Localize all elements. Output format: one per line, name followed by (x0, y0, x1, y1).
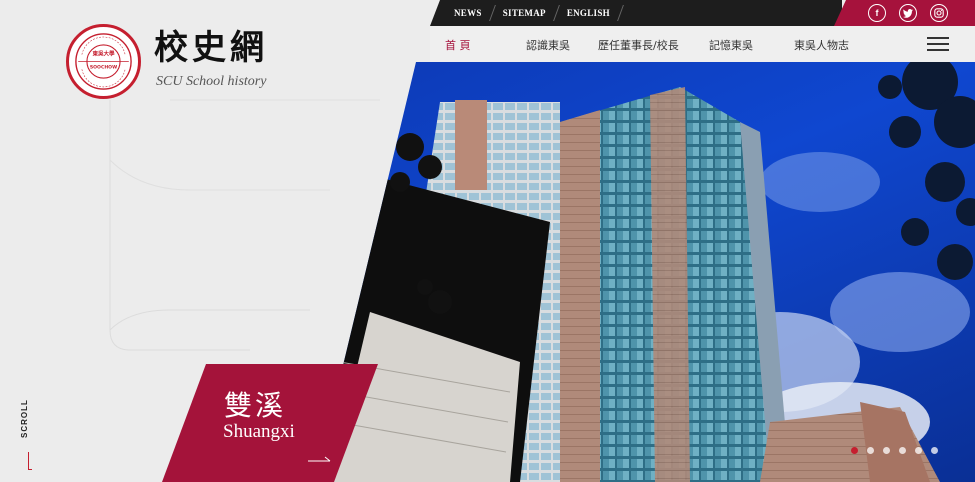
english-link[interactable]: ENGLISH (557, 8, 620, 18)
caption-title-zh: 雙溪 (224, 389, 287, 422)
site-subtitle: SCU School history (156, 74, 267, 89)
social-links: f (868, 4, 948, 22)
campus-building-photo (315, 62, 975, 482)
sitemap-link[interactable]: SITEMAP (493, 8, 556, 18)
site-logo[interactable]: 東吳大學 SOOCHOW 校史網 SCU School history (66, 24, 286, 100)
nav-item-about[interactable]: 認識東吳 (526, 37, 570, 53)
slide-dot[interactable] (851, 447, 858, 454)
hero-image (315, 62, 975, 482)
svg-text:東吳大學: 東吳大學 (92, 50, 115, 58)
slide-dot[interactable] (867, 447, 874, 454)
caption-title-en: Shuangxi (223, 421, 295, 442)
menu-icon[interactable] (927, 37, 949, 51)
utility-links: NEWS SITEMAP ENGLISH (444, 0, 624, 26)
slide-dot[interactable] (883, 447, 890, 454)
nav-item-home[interactable]: 首 頁 (445, 37, 471, 53)
site-title: 校史網 (154, 28, 268, 68)
main-nav: 首 頁 認識東吳 歷任董事長/校長 記憶東吳 東吳人物志 (430, 26, 975, 62)
svg-text:SOOCHOW: SOOCHOW (90, 64, 117, 70)
news-link[interactable]: NEWS (444, 8, 492, 18)
scroll-indicator-line (28, 452, 32, 470)
slide-pagination (851, 447, 938, 454)
nav-item-memories[interactable]: 記憶東吳 (709, 37, 753, 53)
scroll-indicator-label: SCROLL (20, 399, 29, 438)
arrow-right-icon[interactable] (308, 456, 332, 462)
facebook-icon[interactable]: f (868, 4, 886, 22)
nav-item-people[interactable]: 東吳人物志 (794, 37, 849, 53)
top-bar: NEWS SITEMAP ENGLISH f (430, 0, 975, 26)
slide-dot[interactable] (931, 447, 938, 454)
slide-dot[interactable] (899, 447, 906, 454)
instagram-icon[interactable] (930, 4, 948, 22)
slide-dot[interactable] (915, 447, 922, 454)
twitter-icon[interactable] (899, 4, 917, 22)
nav-item-presidents[interactable]: 歷任董事長/校長 (598, 37, 679, 53)
university-seal: 東吳大學 SOOCHOW (66, 24, 141, 99)
